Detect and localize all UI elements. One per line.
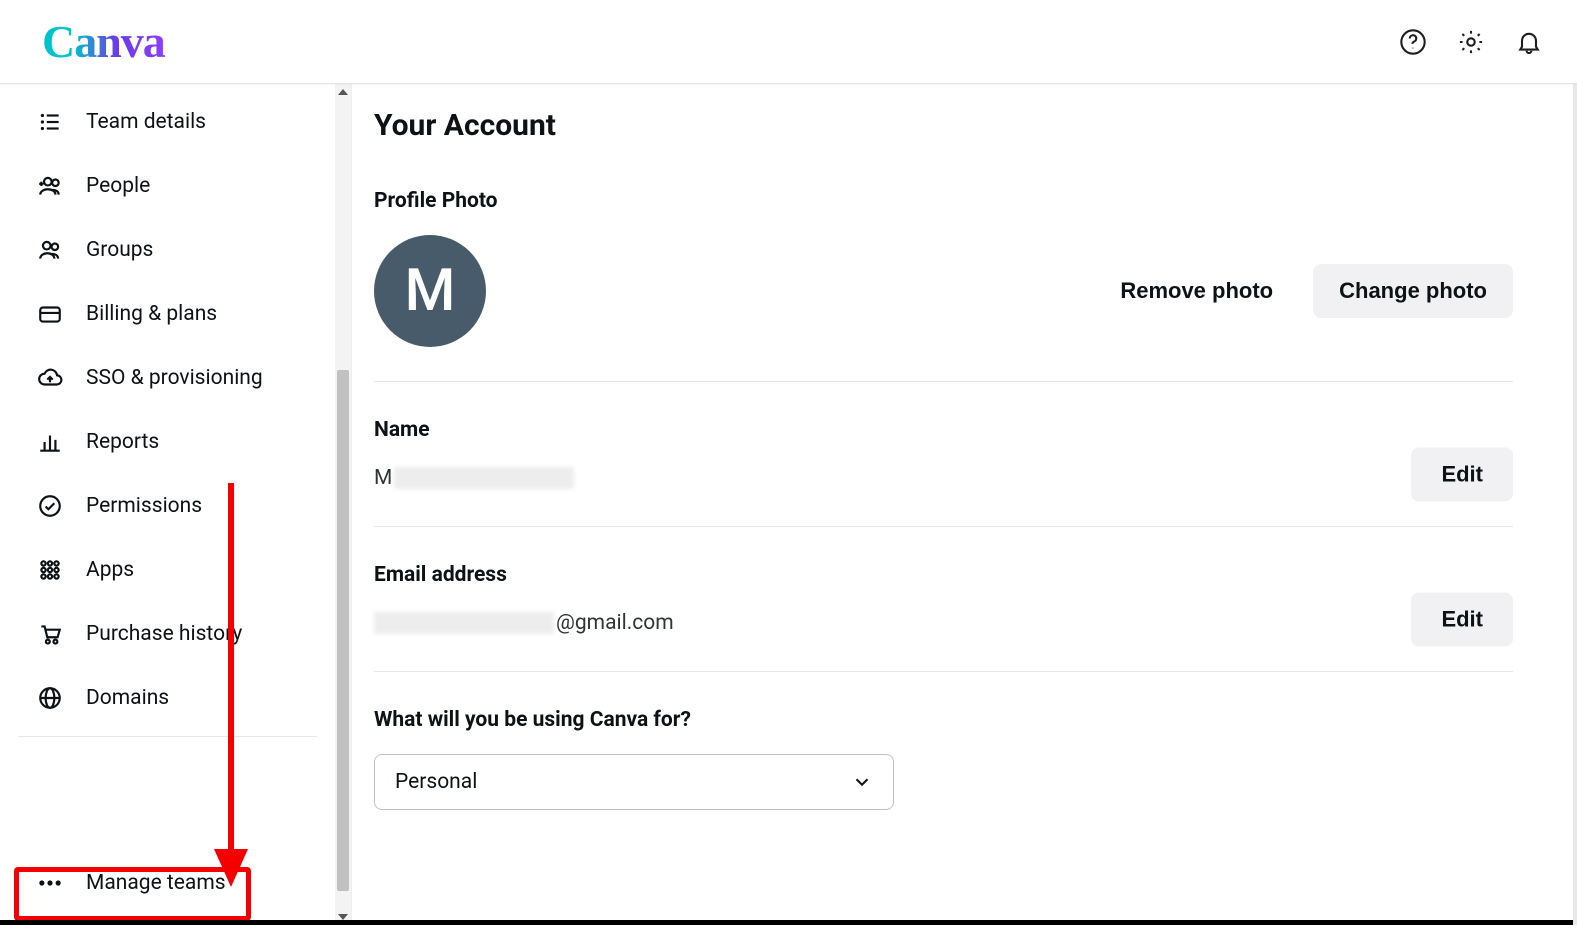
remove-photo-button[interactable]: Remove photo: [1116, 270, 1277, 312]
sidebar-item-label: Reports: [86, 430, 159, 454]
groups-icon: [36, 236, 64, 264]
scroll-thumb[interactable]: [337, 370, 349, 891]
canva-logo[interactable]: Canva: [42, 15, 165, 68]
app-header: Canva: [0, 0, 1577, 84]
usage-section: What will you be using Canva for? Person…: [374, 672, 1513, 810]
usage-select[interactable]: Personal: [374, 754, 894, 810]
sidebar-item-billing[interactable]: Billing & plans: [0, 282, 335, 346]
usage-selected-value: Personal: [395, 770, 477, 794]
notifications-icon[interactable]: [1509, 22, 1549, 62]
help-icon[interactable]: [1393, 22, 1433, 62]
scroll-up-button[interactable]: [335, 84, 351, 100]
page-title: Your Account: [374, 108, 1513, 143]
email-value: @gmail.com: [374, 611, 1513, 635]
sidebar-item-label: Billing & plans: [86, 302, 217, 326]
permissions-icon: [36, 492, 64, 520]
profile-photo-label: Profile Photo: [374, 189, 498, 213]
sidebar-item-label: Apps: [86, 558, 134, 582]
name-section: Name M Edit: [374, 382, 1513, 527]
sidebar-item-label: Groups: [86, 238, 153, 262]
sidebar-item-label: Permissions: [86, 494, 202, 518]
team-details-icon: [36, 108, 64, 136]
sidebar-item-people[interactable]: People: [0, 154, 335, 218]
name-label: Name: [374, 418, 1513, 442]
edit-email-button[interactable]: Edit: [1411, 593, 1513, 647]
change-photo-button[interactable]: Change photo: [1313, 264, 1513, 318]
more-icon: [36, 869, 64, 897]
sidebar-item-domains[interactable]: Domains: [0, 666, 335, 730]
apps-icon: [36, 556, 64, 584]
sidebar-item-label: Team details: [86, 110, 206, 134]
account-content: Your Account Profile Photo M Remove phot…: [352, 84, 1577, 925]
email-section: Email address @gmail.com Edit: [374, 527, 1513, 672]
sidebar-item-team-details[interactable]: Team details: [0, 90, 335, 154]
sidebar-item-purchase-history[interactable]: Purchase history: [0, 602, 335, 666]
people-icon: [36, 172, 64, 200]
sidebar-scrollbar[interactable]: [335, 84, 351, 925]
sidebar-item-label: Purchase history: [86, 622, 242, 646]
avatar: M: [374, 235, 486, 347]
sidebar-divider: [18, 736, 317, 737]
sidebar-item-groups[interactable]: Groups: [0, 218, 335, 282]
sidebar-item-label: Manage teams: [86, 871, 226, 895]
reports-icon: [36, 428, 64, 456]
sidebar-item-sso[interactable]: SSO & provisioning: [0, 346, 335, 410]
header-actions: [1393, 22, 1549, 62]
name-value: M: [374, 466, 1513, 490]
usage-label: What will you be using Canva for?: [374, 708, 1513, 732]
bottom-border: [0, 920, 1577, 925]
email-label: Email address: [374, 563, 1513, 587]
profile-photo-section: Profile Photo M Remove photo Change phot…: [374, 189, 1513, 382]
cart-icon: [36, 620, 64, 648]
sidebar-item-label: SSO & provisioning: [86, 366, 263, 390]
sidebar-item-apps[interactable]: Apps: [0, 538, 335, 602]
edit-name-button[interactable]: Edit: [1411, 448, 1513, 502]
sidebar-item-permissions[interactable]: Permissions: [0, 474, 335, 538]
settings-sidebar: Team details People Groups Billing & pla…: [0, 84, 352, 925]
sidebar-item-manage-teams[interactable]: Manage teams: [0, 851, 335, 915]
sidebar-item-label: Domains: [86, 686, 169, 710]
sidebar-item-label: People: [86, 174, 150, 198]
right-edge: [1573, 0, 1577, 925]
sidebar-item-reports[interactable]: Reports: [0, 410, 335, 474]
globe-icon: [36, 684, 64, 712]
settings-icon[interactable]: [1451, 22, 1491, 62]
cloud-upload-icon: [36, 364, 64, 392]
billing-icon: [36, 300, 64, 328]
chevron-down-icon: [851, 771, 873, 793]
